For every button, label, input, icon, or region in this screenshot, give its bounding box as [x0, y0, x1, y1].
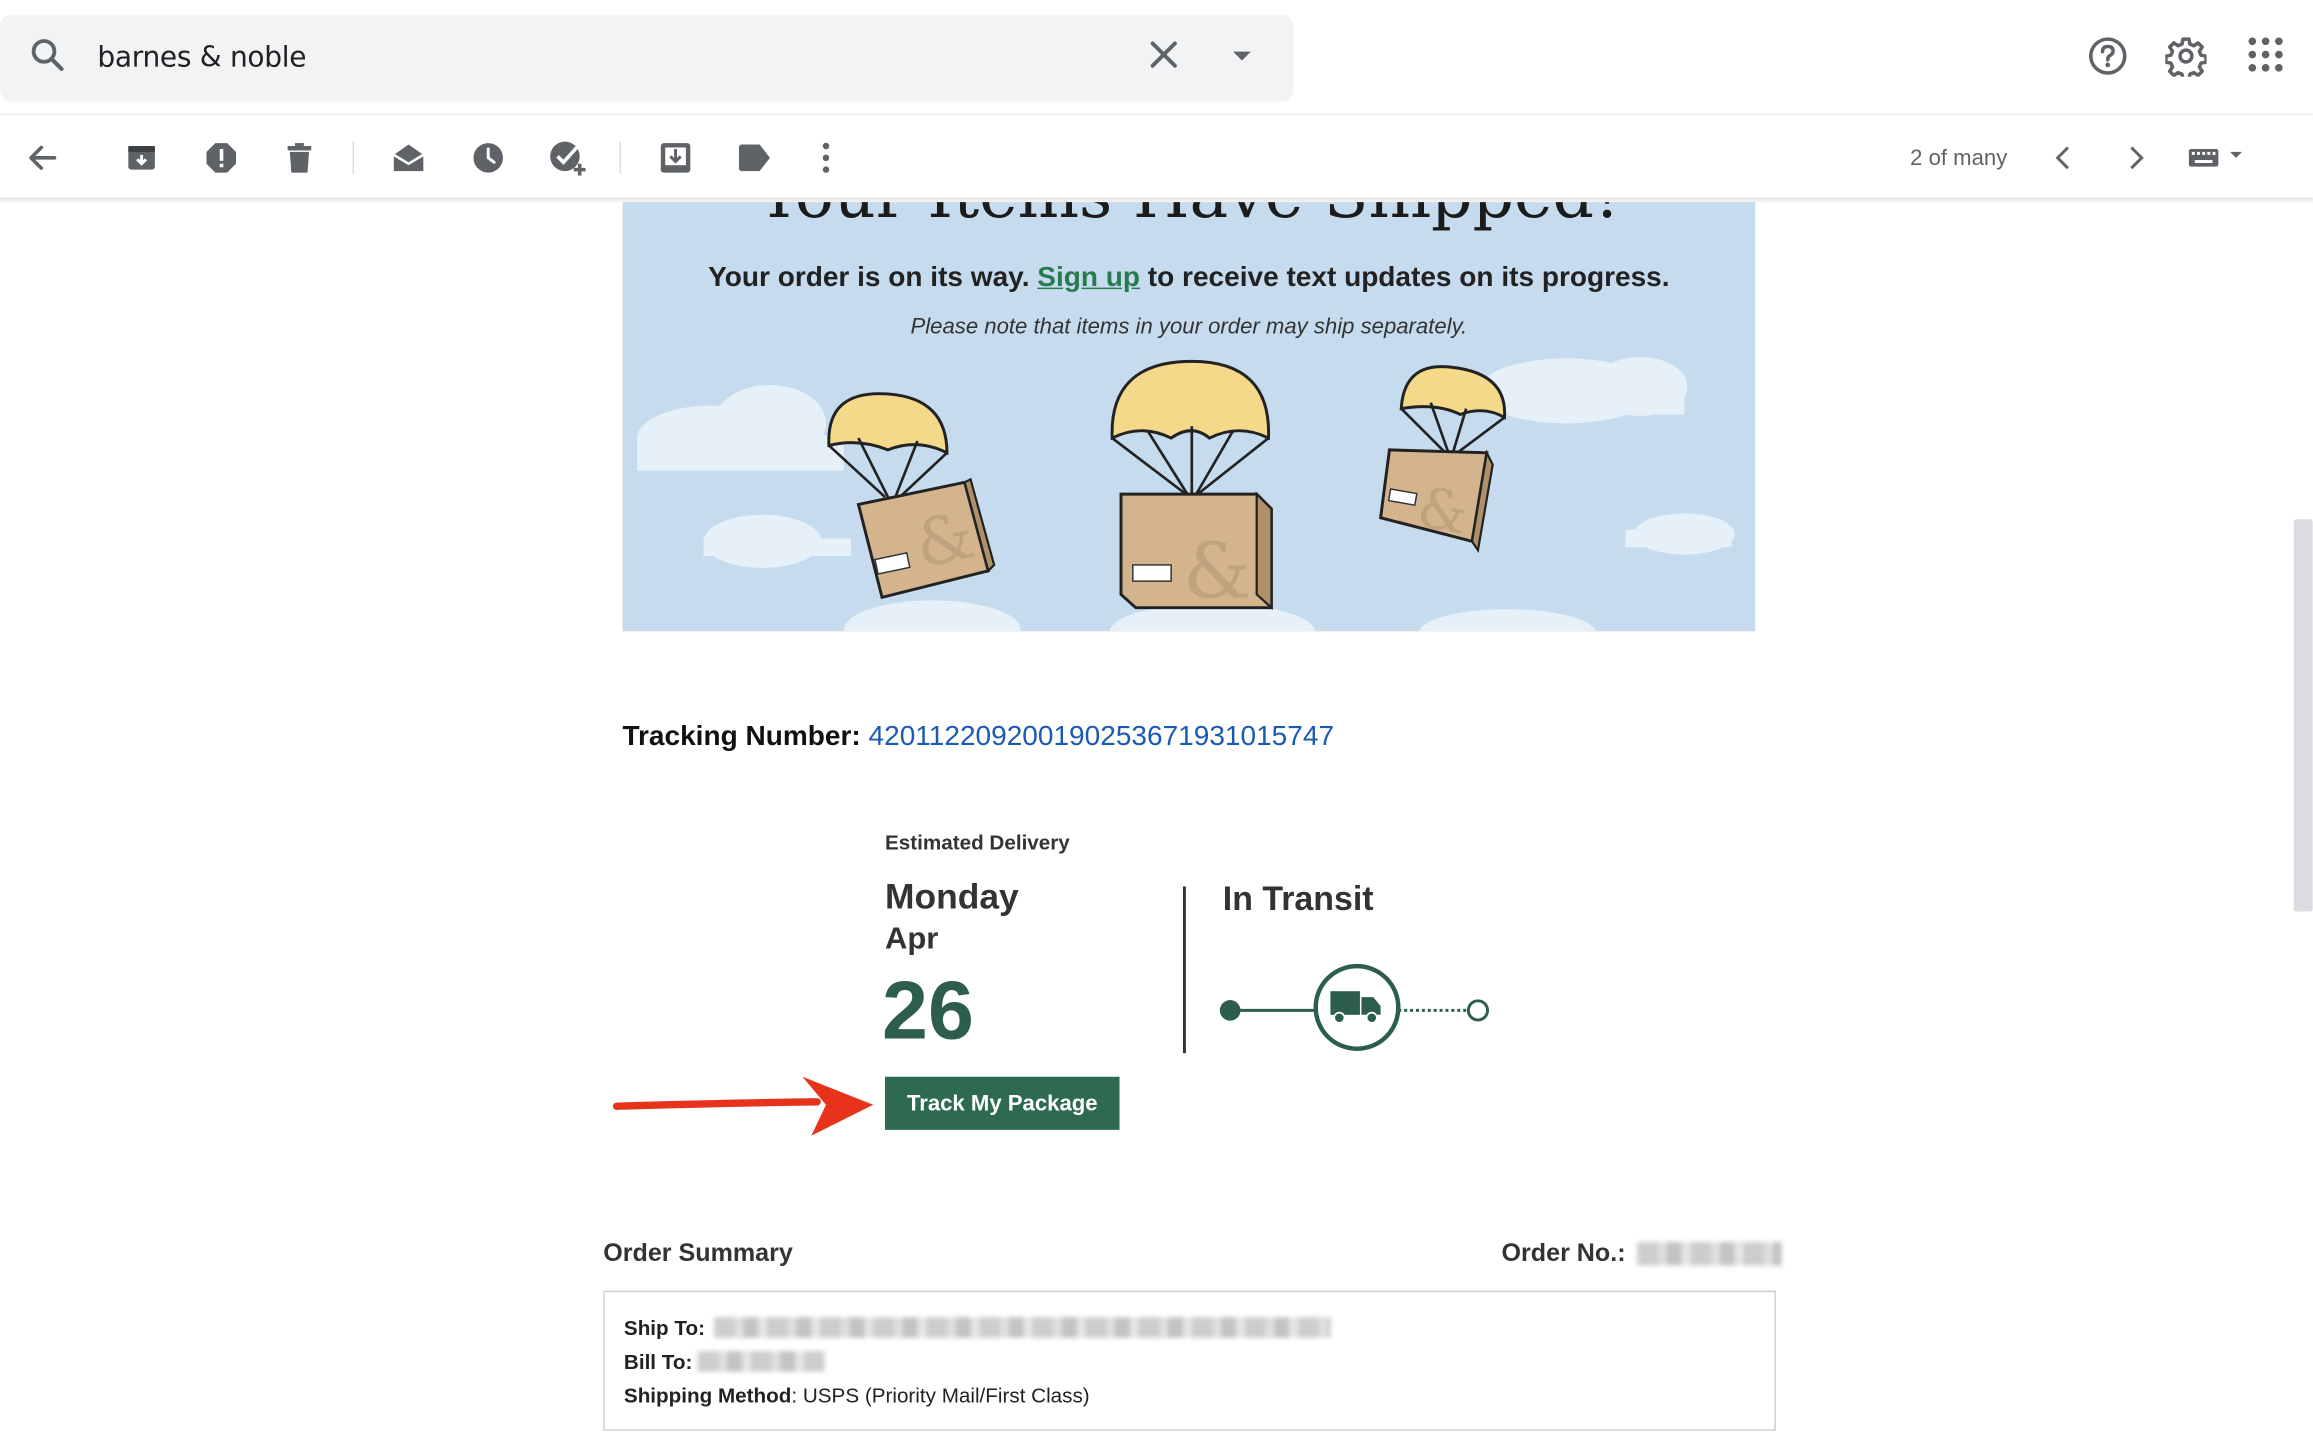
- delivery-divider: [1182, 886, 1186, 1054]
- tracking-number-link[interactable]: 420112209200190253671931015747: [869, 721, 1335, 752]
- redacted-bill-to-name: [697, 1351, 825, 1372]
- pager-text: 2 of many: [1910, 146, 2008, 172]
- order-number-label: Order No.:: [1501, 1239, 1626, 1268]
- tracking-label: Tracking Number:: [622, 721, 861, 753]
- delivery-weekday: Monday: [885, 877, 1019, 918]
- help-icon[interactable]: [2087, 35, 2128, 84]
- shipping-method-label: Shipping Method: [623, 1383, 792, 1408]
- delete-icon[interactable]: [277, 136, 321, 180]
- transit-progress-graphic: [1219, 963, 1490, 1051]
- shipping-method-value: : USPS (Priority Mail/First Class): [791, 1383, 1090, 1408]
- search-options-icon[interactable]: [1224, 35, 1259, 81]
- archive-icon[interactable]: [119, 136, 163, 180]
- search-input[interactable]: barnes & noble: [97, 41, 306, 73]
- chevron-right-icon[interactable]: [2114, 136, 2158, 180]
- back-arrow-icon[interactable]: [21, 136, 65, 180]
- input-tools-keyboard-icon[interactable]: [2186, 136, 2251, 180]
- bill-to-label: Bill To:: [623, 1349, 693, 1374]
- banner-intro: Your order is on its way. Sign up to rec…: [622, 263, 1755, 295]
- tracking-line: Tracking Number: 42011220920019025367193…: [622, 721, 1334, 753]
- chevron-left-icon[interactable]: [2041, 136, 2085, 180]
- mark-unread-icon[interactable]: [386, 136, 430, 180]
- shipment-status: In Transit: [1222, 879, 1374, 918]
- toolbar-separator: [352, 141, 354, 175]
- banner-title: Your Items Have Shipped!: [622, 202, 1755, 233]
- more-icon[interactable]: [804, 136, 848, 180]
- intro-text-after: to receive text updates on its progress.: [1147, 262, 1670, 294]
- search-bar[interactable]: barnes & noble: [0, 14, 1294, 102]
- ship-to-row: Ship To:: [624, 1316, 705, 1340]
- header-divider: [0, 113, 2313, 116]
- banner-note: Please note that items in your order may…: [910, 314, 1468, 340]
- svg-text:&: &: [1183, 527, 1251, 616]
- redacted-ship-to-address: [713, 1317, 1331, 1338]
- toolbar-separator: [619, 141, 621, 175]
- track-my-package-button[interactable]: Track My Package: [885, 1076, 1120, 1130]
- search-icon[interactable]: [28, 35, 66, 81]
- sign-up-link[interactable]: Sign up: [1037, 263, 1140, 294]
- shipping-method-row: Shipping Method: USPS (Priority Mail/Fir…: [624, 1384, 1090, 1408]
- redacted-order-number: [1637, 1241, 1782, 1266]
- bill-to-row: Bill To:: [624, 1350, 692, 1374]
- add-task-icon[interactable]: [546, 136, 590, 180]
- label-icon[interactable]: [732, 136, 776, 180]
- annotation-arrow: [612, 1076, 874, 1136]
- apps-grid-icon[interactable]: [2246, 35, 2284, 81]
- ship-to-label: Ship To:: [623, 1315, 705, 1340]
- move-to-icon[interactable]: [653, 136, 697, 180]
- report-spam-icon[interactable]: [199, 136, 243, 180]
- delivery-month: Apr: [885, 921, 939, 956]
- order-summary-title: Order Summary: [603, 1239, 793, 1268]
- snooze-icon[interactable]: [466, 136, 510, 180]
- clear-search-icon[interactable]: [1145, 35, 1183, 81]
- settings-icon[interactable]: [2164, 35, 2208, 84]
- shipped-banner: & & & Your Items Have Shipped!: [622, 202, 1756, 632]
- delivery-day: 26: [882, 963, 974, 1057]
- order-details-box: Ship To: Bill To: Shipping Method: USPS …: [603, 1290, 1776, 1431]
- intro-text-before: Your order is on its way.: [708, 262, 1030, 294]
- scrollbar-thumb[interactable]: [2293, 519, 2313, 912]
- estimated-delivery-label: Estimated Delivery: [885, 830, 1070, 855]
